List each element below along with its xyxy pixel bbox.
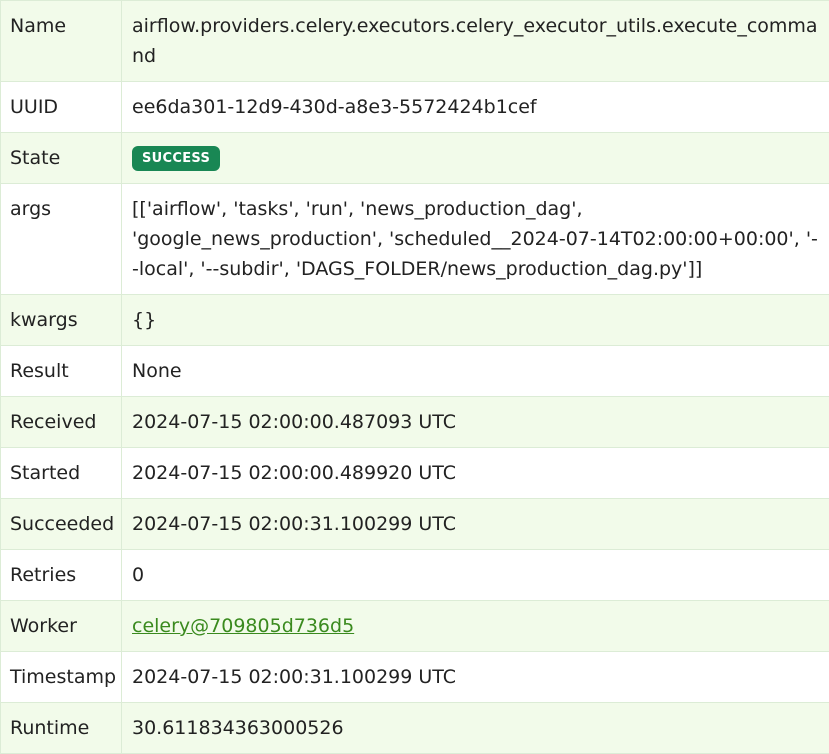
status-badge: SUCCESS xyxy=(132,146,220,171)
task-details-table: Name airflow.providers.celery.executors.… xyxy=(0,0,829,754)
uuid-label: UUID xyxy=(1,82,122,133)
row-retries: Retries 0 xyxy=(1,550,829,601)
args-value: [['airflow', 'tasks', 'run', 'news_produ… xyxy=(122,184,829,295)
result-value: None xyxy=(122,346,829,397)
row-succeeded: Succeeded 2024-07-15 02:00:31.100299 UTC xyxy=(1,499,829,550)
succeeded-label: Succeeded xyxy=(1,499,122,550)
received-value: 2024-07-15 02:00:00.487093 UTC xyxy=(122,397,829,448)
worker-cell: celery@709805d736d5 xyxy=(122,601,829,652)
row-args: args [['airflow', 'tasks', 'run', 'news_… xyxy=(1,184,829,295)
row-timestamp: Timestamp 2024-07-15 02:00:31.100299 UTC xyxy=(1,652,829,703)
result-label: Result xyxy=(1,346,122,397)
row-name: Name airflow.providers.celery.executors.… xyxy=(1,1,829,82)
state-cell: SUCCESS xyxy=(122,133,829,184)
row-received: Received 2024-07-15 02:00:00.487093 UTC xyxy=(1,397,829,448)
retries-label: Retries xyxy=(1,550,122,601)
received-label: Received xyxy=(1,397,122,448)
runtime-value: 30.611834363000526 xyxy=(122,703,829,754)
row-runtime: Runtime 30.611834363000526 xyxy=(1,703,829,754)
row-result: Result None xyxy=(1,346,829,397)
name-label: Name xyxy=(1,1,122,82)
row-worker: Worker celery@709805d736d5 xyxy=(1,601,829,652)
row-started: Started 2024-07-15 02:00:00.489920 UTC xyxy=(1,448,829,499)
worker-link[interactable]: celery@709805d736d5 xyxy=(132,615,354,637)
row-state: State SUCCESS xyxy=(1,133,829,184)
runtime-label: Runtime xyxy=(1,703,122,754)
row-uuid: UUID ee6da301-12d9-430d-a8e3-5572424b1ce… xyxy=(1,82,829,133)
retries-value: 0 xyxy=(122,550,829,601)
kwargs-value: {} xyxy=(122,295,829,346)
row-kwargs: kwargs {} xyxy=(1,295,829,346)
started-label: Started xyxy=(1,448,122,499)
kwargs-label: kwargs xyxy=(1,295,122,346)
state-label: State xyxy=(1,133,122,184)
succeeded-value: 2024-07-15 02:00:31.100299 UTC xyxy=(122,499,829,550)
worker-label: Worker xyxy=(1,601,122,652)
name-value: airflow.providers.celery.executors.celer… xyxy=(122,1,829,82)
timestamp-label: Timestamp xyxy=(1,652,122,703)
args-label: args xyxy=(1,184,122,295)
started-value: 2024-07-15 02:00:00.489920 UTC xyxy=(122,448,829,499)
timestamp-value: 2024-07-15 02:00:31.100299 UTC xyxy=(122,652,829,703)
uuid-value: ee6da301-12d9-430d-a8e3-5572424b1cef xyxy=(122,82,829,133)
